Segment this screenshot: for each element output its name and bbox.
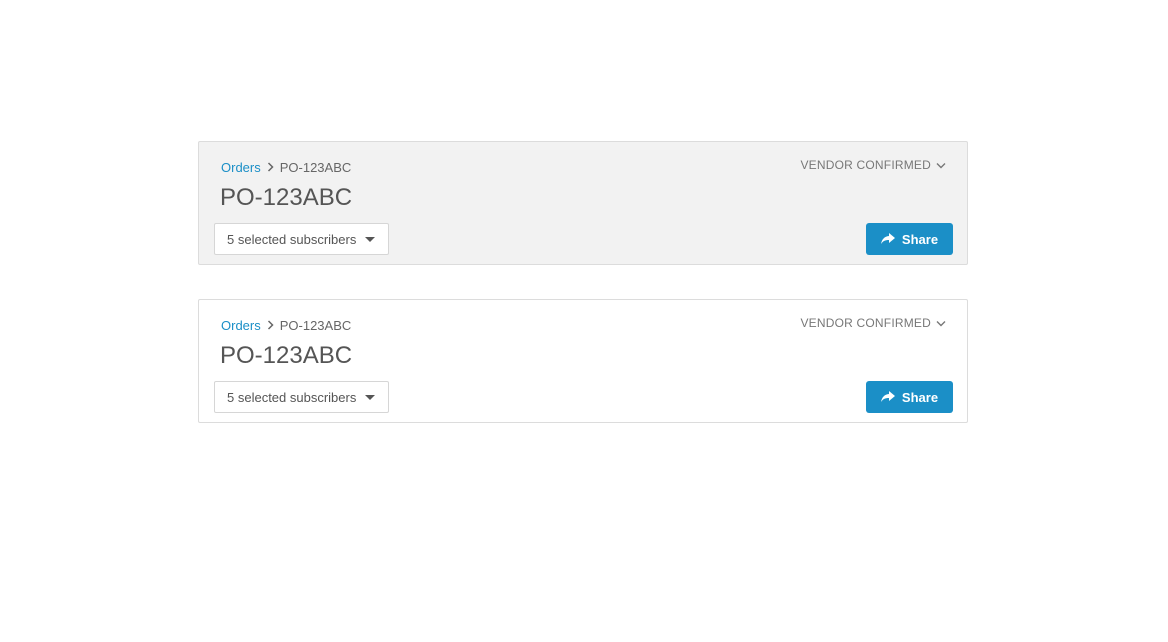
breadcrumb: Orders PO-123ABC bbox=[221, 159, 351, 175]
page-title: PO-123ABC bbox=[220, 342, 353, 369]
breadcrumb-link-orders[interactable]: Orders bbox=[221, 160, 261, 175]
share-button-label: Share bbox=[901, 389, 939, 405]
share-arrow-icon bbox=[880, 233, 895, 245]
breadcrumb: Orders PO-123ABC bbox=[221, 317, 351, 333]
order-header-card-plain: Orders PO-123ABC VENDOR CONFIRMED PO-123… bbox=[198, 299, 968, 423]
share-arrow-icon bbox=[880, 391, 895, 403]
caret-down-icon bbox=[365, 395, 375, 400]
share-button[interactable]: Share bbox=[866, 223, 953, 255]
share-button-label: Share bbox=[901, 231, 939, 247]
chevron-right-icon bbox=[264, 162, 278, 172]
chevron-down-icon bbox=[936, 320, 946, 327]
subscribers-select[interactable]: 5 selected subscribers bbox=[214, 381, 389, 413]
breadcrumb-current: PO-123ABC bbox=[279, 159, 352, 175]
subscribers-select[interactable]: 5 selected subscribers bbox=[214, 223, 389, 255]
order-header-card-shaded: Orders PO-123ABC VENDOR CONFIRMED PO-123… bbox=[198, 141, 968, 265]
status-label: VENDOR CONFIRMED bbox=[800, 316, 931, 330]
status-dropdown[interactable]: VENDOR CONFIRMED bbox=[800, 158, 946, 172]
page-title: PO-123ABC bbox=[220, 184, 353, 211]
status-dropdown[interactable]: VENDOR CONFIRMED bbox=[800, 316, 946, 330]
breadcrumb-link-orders[interactable]: Orders bbox=[221, 318, 261, 333]
subscribers-label: 5 selected subscribers bbox=[227, 231, 357, 247]
chevron-down-icon bbox=[936, 162, 946, 169]
status-label: VENDOR CONFIRMED bbox=[800, 158, 931, 172]
subscribers-label: 5 selected subscribers bbox=[227, 389, 357, 405]
breadcrumb-current: PO-123ABC bbox=[279, 317, 352, 333]
caret-down-icon bbox=[365, 237, 375, 242]
share-button[interactable]: Share bbox=[866, 381, 953, 413]
chevron-right-icon bbox=[264, 320, 278, 330]
